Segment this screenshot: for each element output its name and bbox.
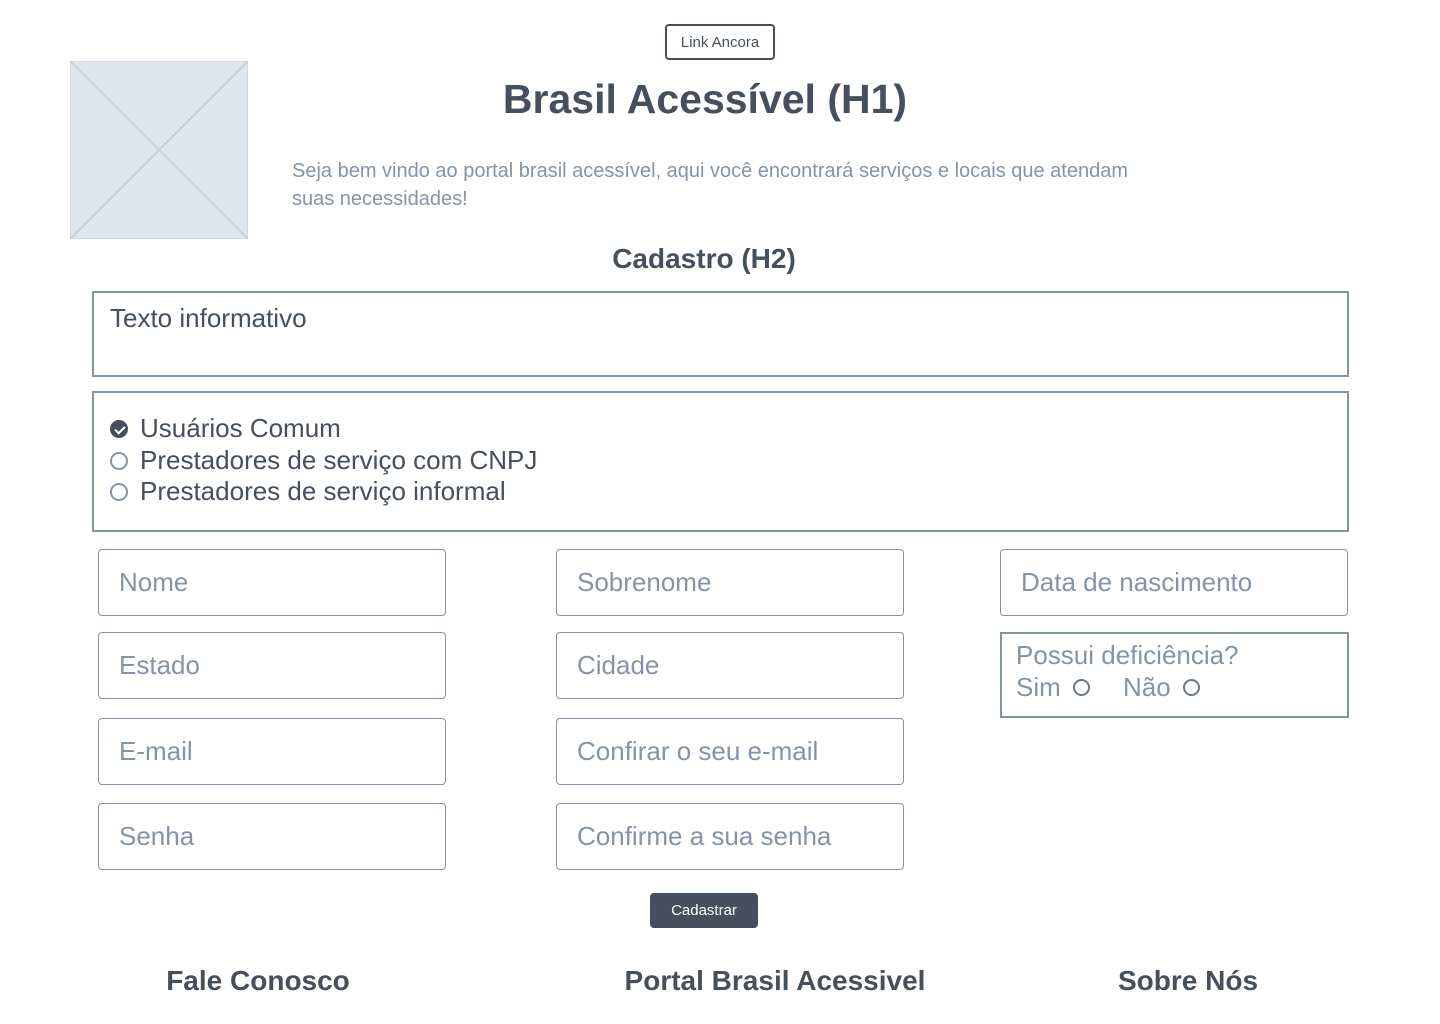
- email-input[interactable]: [98, 718, 446, 785]
- user-type-radio-group: Usuários Comum Prestadores de serviço co…: [92, 391, 1349, 532]
- email-confirm-input[interactable]: [556, 718, 904, 785]
- footer-link-about[interactable]: Sobre Nós: [1078, 962, 1298, 1000]
- user-type-label: Prestadores de serviço informal: [140, 476, 506, 506]
- user-type-option-informal[interactable]: Prestadores de serviço informal: [110, 476, 506, 507]
- radio-unchecked-icon[interactable]: [110, 482, 128, 501]
- disability-no-option[interactable]: Não: [1123, 672, 1200, 703]
- submit-button[interactable]: Cadastrar: [650, 893, 758, 928]
- footer-link-portal[interactable]: Portal Brasil Acessivel: [610, 962, 940, 1000]
- radio-checked-icon[interactable]: [110, 419, 128, 438]
- info-box: Texto informativo: [92, 291, 1349, 377]
- disability-no-label: Não: [1123, 672, 1171, 702]
- password-input[interactable]: [98, 803, 446, 870]
- intro-text: Seja bem vindo ao portal brasil acessíve…: [292, 160, 1129, 210]
- page-title: Brasil Acessível (H1): [502, 76, 908, 122]
- radio-unchecked-icon[interactable]: [1182, 679, 1200, 696]
- city-input[interactable]: [556, 632, 904, 699]
- disability-yes-option[interactable]: Sim: [1016, 672, 1090, 703]
- password-confirm-input[interactable]: [556, 803, 904, 870]
- footer-link-contact[interactable]: Fale Conosco: [128, 962, 388, 1000]
- user-type-label: Usuários Comum: [140, 413, 341, 443]
- disability-yes-label: Sim: [1016, 672, 1061, 702]
- disability-question-box: Possui deficiência? Sim Não: [1000, 632, 1349, 718]
- radio-unchecked-icon[interactable]: [1072, 679, 1090, 696]
- image-placeholder-icon: [70, 61, 248, 239]
- last-name-input[interactable]: [556, 549, 904, 616]
- state-input[interactable]: [98, 632, 446, 699]
- birth-date-input[interactable]: [1000, 549, 1348, 616]
- first-name-input[interactable]: [98, 549, 446, 616]
- radio-unchecked-icon[interactable]: [110, 451, 128, 470]
- form-title: Cadastro (H2): [612, 243, 796, 274]
- user-type-option-cnpj[interactable]: Prestadores de serviço com CNPJ: [110, 445, 537, 476]
- disability-question: Possui deficiência?: [1016, 640, 1239, 670]
- user-type-label: Prestadores de serviço com CNPJ: [140, 445, 538, 475]
- user-type-option-common[interactable]: Usuários Comum: [110, 413, 341, 444]
- anchor-link[interactable]: Link Ancora: [665, 24, 775, 60]
- info-text: Texto informativo: [110, 303, 307, 333]
